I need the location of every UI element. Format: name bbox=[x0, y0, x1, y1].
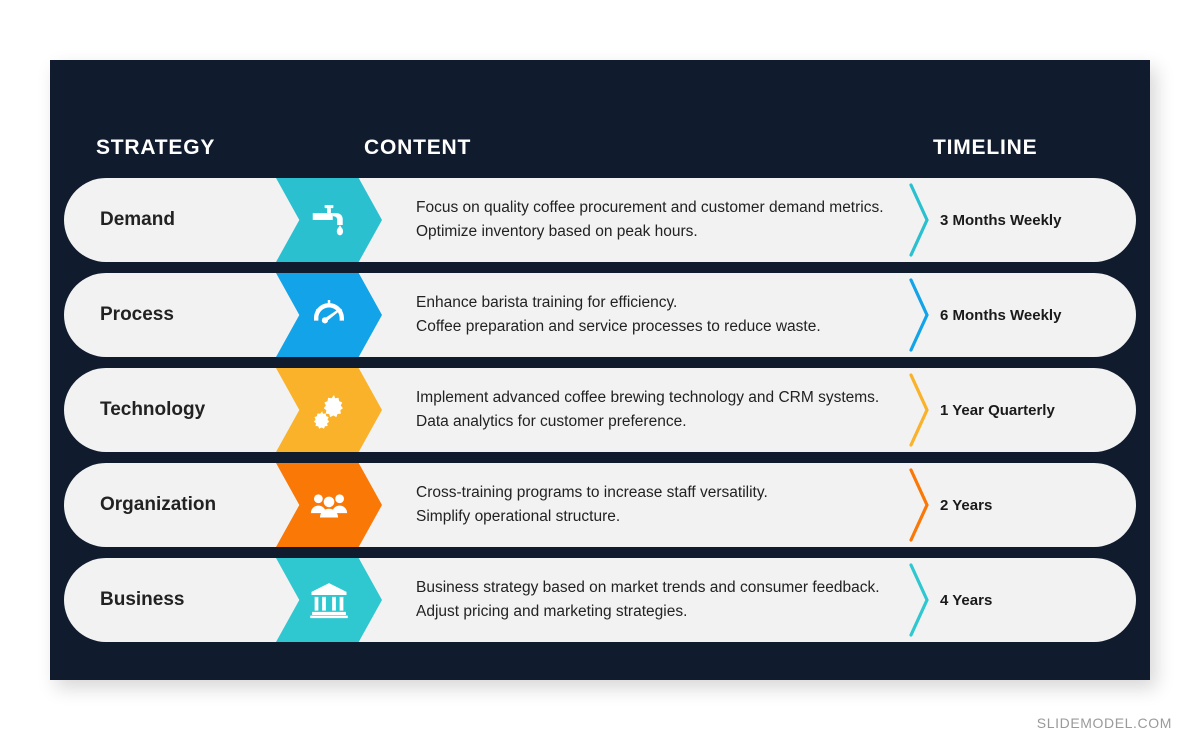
strategy-cell: Business bbox=[64, 589, 276, 611]
chevron-right-icon bbox=[906, 273, 932, 357]
strategy-cell: Technology bbox=[64, 399, 276, 421]
people-group-icon bbox=[309, 485, 349, 525]
content-cell: Business strategy based on market trends… bbox=[382, 576, 906, 623]
chevron-right-icon bbox=[906, 463, 932, 547]
strategy-label: Business bbox=[100, 589, 185, 610]
timeline-cell: 6 Months Weekly bbox=[906, 273, 1136, 357]
timeline-cell: 3 Months Weekly bbox=[906, 178, 1136, 262]
strategy-label: Demand bbox=[100, 209, 175, 230]
timeline-label: 1 Year Quarterly bbox=[940, 401, 1055, 419]
gears-icon bbox=[309, 390, 349, 430]
timeline-label: 3 Months Weekly bbox=[940, 211, 1062, 229]
content-cell: Focus on quality coffee procurement and … bbox=[382, 196, 906, 243]
content-line-2: Coffee preparation and service processes… bbox=[416, 318, 821, 335]
content-cell: Implement advanced coffee brewing techno… bbox=[382, 386, 906, 433]
slide-panel: STRATEGY CONTENT TIMELINE Demand Focus on… bbox=[50, 60, 1150, 680]
table-row[interactable]: Organization Cross-training programs to i… bbox=[64, 463, 1136, 547]
content-line-1: Cross-training programs to increase staf… bbox=[416, 484, 768, 502]
content-cell: Cross-training programs to increase staf… bbox=[382, 481, 906, 528]
timeline-label: 2 Years bbox=[940, 496, 993, 514]
content-line-2: Adjust pricing and marketing strategies. bbox=[416, 603, 688, 620]
content-line-2: Data analytics for customer preference. bbox=[416, 413, 687, 430]
strategy-rows: Demand Focus on quality coffee procuremen… bbox=[64, 178, 1136, 642]
content-line-1: Implement advanced coffee brewing techno… bbox=[416, 389, 880, 407]
watermark: SLIDEMODEL.COM bbox=[1036, 715, 1172, 731]
column-header-strategy: STRATEGY bbox=[96, 136, 216, 159]
strategy-label: Process bbox=[100, 304, 174, 325]
strategy-cell: Organization bbox=[64, 494, 276, 516]
chevron-band bbox=[276, 558, 382, 642]
timeline-label: 4 Years bbox=[940, 591, 993, 609]
strategy-label: Technology bbox=[100, 399, 206, 420]
bank-building-icon bbox=[309, 580, 349, 620]
content-line-1: Business strategy based on market trends… bbox=[416, 579, 880, 597]
column-headers: STRATEGY CONTENT TIMELINE bbox=[50, 60, 1150, 178]
chevron-right-icon bbox=[906, 368, 932, 452]
strategy-label: Organization bbox=[100, 494, 217, 515]
chevron-band bbox=[276, 368, 382, 452]
table-row[interactable]: Technology Implement advanced coffee brew… bbox=[64, 368, 1136, 452]
table-row[interactable]: Process Enhance barista training for effi… bbox=[64, 273, 1136, 357]
table-row[interactable]: Demand Focus on quality coffee procuremen… bbox=[64, 178, 1136, 262]
timeline-cell: 1 Year Quarterly bbox=[906, 368, 1136, 452]
content-cell: Enhance barista training for efficiency.… bbox=[382, 291, 906, 338]
gauge-icon bbox=[309, 295, 349, 335]
chevron-right-icon bbox=[906, 558, 932, 642]
faucet-icon bbox=[309, 200, 349, 240]
timeline-cell: 2 Years bbox=[906, 463, 1136, 547]
content-line-1: Focus on quality coffee procurement and … bbox=[416, 199, 884, 217]
slide-root: STRATEGY CONTENT TIMELINE Demand Focus on… bbox=[0, 0, 1200, 743]
chevron-band bbox=[276, 178, 382, 262]
chevron-right-icon bbox=[906, 178, 932, 262]
column-header-content: CONTENT bbox=[364, 136, 472, 159]
content-line-2: Simplify operational structure. bbox=[416, 508, 621, 525]
column-header-timeline: TIMELINE bbox=[933, 136, 1038, 159]
chevron-band bbox=[276, 463, 382, 547]
strategy-cell: Process bbox=[64, 304, 276, 326]
timeline-cell: 4 Years bbox=[906, 558, 1136, 642]
timeline-label: 6 Months Weekly bbox=[940, 306, 1062, 324]
content-line-1: Enhance barista training for efficiency. bbox=[416, 294, 678, 312]
table-row[interactable]: Business Business strategy based on marke… bbox=[64, 558, 1136, 642]
strategy-cell: Demand bbox=[64, 209, 276, 231]
chevron-band bbox=[276, 273, 382, 357]
content-line-2: Optimize inventory based on peak hours. bbox=[416, 223, 698, 240]
